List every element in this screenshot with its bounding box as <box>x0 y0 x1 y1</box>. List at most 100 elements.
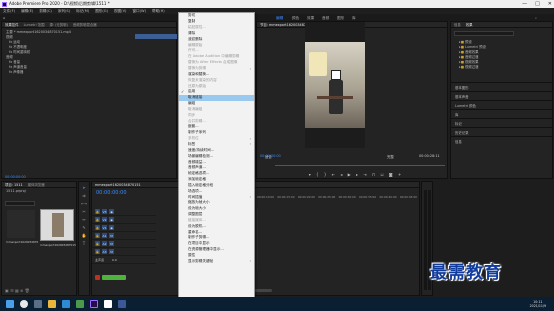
tab-audio-mixer[interactable]: 音频剪辑混合器 <box>73 22 97 27</box>
menu-marker[interactable]: 标记(M) <box>76 9 89 14</box>
eye-icon[interactable]: ◉ <box>109 209 114 214</box>
track-a3[interactable]: 🔒 A3 M <box>92 248 156 256</box>
search-icon[interactable] <box>20 300 28 308</box>
tab-effects[interactable]: 效果 <box>466 22 473 27</box>
selection-tool-icon[interactable]: ➤ <box>82 185 85 190</box>
pen-tool-icon[interactable]: ✎ <box>82 225 85 230</box>
task-view-icon[interactable] <box>34 300 42 308</box>
tab-media-browser[interactable]: 媒体浏览器 <box>28 182 45 187</box>
lock-icon[interactable]: 🔒 <box>95 209 100 214</box>
menu-sequence[interactable]: 序列(S) <box>58 9 70 14</box>
menu-graphics[interactable]: 图形(G) <box>95 9 108 14</box>
export-frame-icon[interactable]: ◙ <box>389 172 393 177</box>
timeline-ruler[interactable]: 00:00:10:00 00:00:15:00 00:00:20:00 00:0… <box>257 195 417 200</box>
track-select-icon[interactable]: ⇉ <box>82 193 85 198</box>
sequence-thumbnail[interactable] <box>7 210 35 238</box>
clip-thumbnail[interactable] <box>40 209 74 241</box>
mute-icon[interactable]: M <box>109 233 114 238</box>
lock-icon[interactable]: 🔒 <box>95 217 100 222</box>
panel-lumetri-color[interactable]: Lumetri 颜色 <box>451 100 552 109</box>
panel-info[interactable]: 信息 <box>451 136 552 145</box>
menu-clip[interactable]: 剪辑(C) <box>39 9 52 14</box>
system-clock[interactable]: 10:11 2021/11/9 <box>530 300 546 308</box>
playhead-scrubber[interactable] <box>275 165 445 166</box>
workspace-graphics[interactable]: 图形 <box>337 16 344 21</box>
premiere-pro-icon[interactable] <box>90 300 98 308</box>
effects-search-input[interactable] <box>454 31 514 36</box>
track-master[interactable]: 主声道 0.0 <box>92 256 156 264</box>
step-forward-icon[interactable]: ▸ <box>356 172 358 177</box>
lock-icon[interactable]: 🔒 <box>95 233 100 238</box>
track-v2[interactable]: 🔒 V2 ◉ <box>92 216 156 224</box>
tab-info[interactable]: 信息 <box>454 22 461 27</box>
workspace-color[interactable]: 颜色 <box>292 16 299 21</box>
project-search-input[interactable] <box>5 201 35 206</box>
maximize-button[interactable]: □ <box>535 1 540 7</box>
step-back-icon[interactable]: ◂ <box>340 172 342 177</box>
tab-effect-controls[interactable]: 效果控件 <box>5 22 19 27</box>
minimize-button[interactable]: — <box>522 1 527 7</box>
mute-icon[interactable]: M <box>109 249 114 254</box>
trash-icon[interactable]: 🗑 <box>25 288 30 293</box>
track-v1[interactable]: 🔒 V1 ◉ <box>92 224 156 232</box>
add-button-icon[interactable]: + <box>398 172 401 177</box>
menu-file[interactable]: 文件(F) <box>3 9 15 14</box>
panel-essential-sound[interactable]: 基本声音 <box>451 91 552 100</box>
windows-start-icon[interactable] <box>6 300 14 308</box>
menu-item[interactable]: 显示剪辑关键帧 › <box>179 258 254 264</box>
file-explorer-icon[interactable] <box>48 300 56 308</box>
master-volume[interactable]: 0.0 <box>112 258 117 262</box>
row-panner[interactable]: fx 声像器 <box>2 69 176 74</box>
tab-project[interactable]: 项目: 1511 <box>5 182 23 187</box>
tab-lumetri-scopes[interactable]: Lumetri 范围 <box>24 22 45 27</box>
home-icon[interactable]: ⌂ <box>3 16 5 20</box>
tab-timeline[interactable]: mmexport1620034870151 <box>95 183 141 187</box>
type-tool-icon[interactable]: T <box>83 241 85 246</box>
marker-icon[interactable]: ▾ <box>309 172 311 177</box>
out-point-icon[interactable]: } <box>324 172 327 177</box>
play-icon[interactable]: ▶ <box>348 172 351 177</box>
icon-view-icon[interactable]: ▦ <box>15 288 19 293</box>
go-to-in-icon[interactable]: ⇤ <box>332 172 335 177</box>
hand-tool-icon[interactable]: ✋ <box>82 233 87 238</box>
extract-icon[interactable]: ⊔ <box>380 172 383 177</box>
app-icon[interactable] <box>118 300 126 308</box>
workspace-effects[interactable]: 效果 <box>307 16 314 21</box>
eye-icon[interactable]: ◉ <box>109 217 114 222</box>
workspace-audio[interactable]: 音频 <box>322 16 329 21</box>
menu-help[interactable]: 帮助(H) <box>152 9 165 14</box>
panel-history[interactable]: 历史记录 <box>451 127 552 136</box>
audio-clip-a1[interactable] <box>102 275 126 280</box>
timeline-timecode[interactable]: 00:00:00:00 <box>96 190 127 196</box>
ripple-edit-icon[interactable]: ⟷ <box>81 201 87 206</box>
tab-source[interactable]: 源: (无剪辑) <box>49 22 67 27</box>
slip-tool-icon[interactable]: ↔ <box>82 217 85 222</box>
effect-timecode[interactable]: 00:00:00:00 <box>5 175 26 179</box>
in-point-icon[interactable]: { <box>316 172 319 177</box>
search-icon[interactable]: ⌕ <box>535 16 537 20</box>
quality-dropdown[interactable]: 完整 <box>387 154 394 159</box>
track-a2[interactable]: 🔒 A2 M <box>92 240 156 248</box>
mute-icon[interactable]: M <box>109 241 114 246</box>
track-area[interactable] <box>257 208 417 270</box>
fit-dropdown[interactable]: 适合 <box>265 154 272 159</box>
menu-view[interactable]: 视图(V) <box>114 9 126 14</box>
list-view-icon[interactable]: ☰ <box>10 288 14 293</box>
lift-icon[interactable]: ⊓ <box>372 172 375 177</box>
app-icon[interactable] <box>104 300 112 308</box>
app-icon[interactable] <box>76 300 84 308</box>
record-icon[interactable] <box>95 275 100 280</box>
lock-icon[interactable]: 🔒 <box>95 225 100 230</box>
tree-item-video-transitions[interactable]: ▸■ 视频过渡 <box>455 64 486 70</box>
panel-libraries[interactable]: 库 <box>451 109 552 118</box>
edge-browser-icon[interactable] <box>62 300 70 308</box>
workspace-editing[interactable]: 编辑 <box>276 16 283 21</box>
close-button[interactable]: ✕ <box>548 1 552 7</box>
new-item-icon[interactable]: ⊕ <box>20 288 23 293</box>
razor-icon[interactable]: ✂ <box>82 209 85 214</box>
menu-window[interactable]: 窗口(W) <box>132 9 146 14</box>
track-v3[interactable]: 🔒 V3 ◉ <box>92 208 156 216</box>
menu-edit[interactable]: 编辑(E) <box>21 9 33 14</box>
eye-icon[interactable]: ◉ <box>109 225 114 230</box>
lock-icon[interactable]: ▣ <box>5 288 9 293</box>
